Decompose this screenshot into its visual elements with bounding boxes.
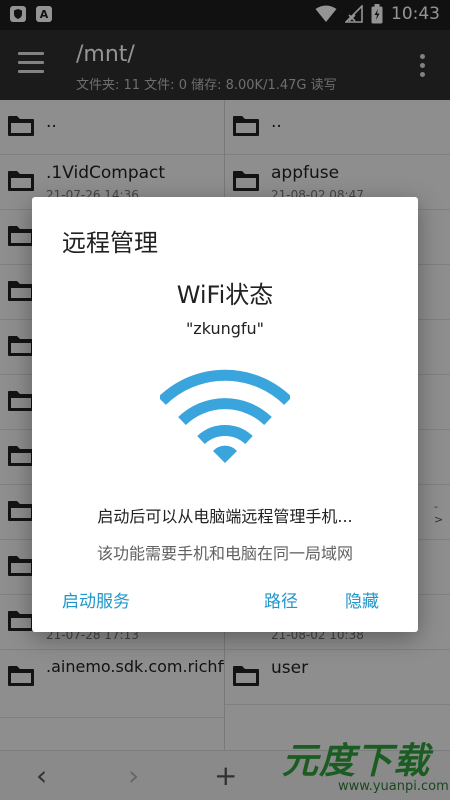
- wifi-status-heading: WiFi状态: [176, 281, 274, 309]
- dialog-description: 启动后可以从电脑端远程管理手机...: [97, 507, 353, 526]
- remote-manage-dialog: 远程管理 WiFi状态 "zkungfu" 启动后可以从电脑端远程管理手机...…: [32, 197, 418, 632]
- dialog-note: 该功能需要手机和电脑在同一局域网: [96, 544, 353, 563]
- start-service-button[interactable]: 启动服务: [62, 587, 130, 612]
- wifi-ssid: "zkungfu": [185, 319, 265, 338]
- dialog-title: 远程管理: [62, 229, 158, 257]
- hide-button[interactable]: 隐藏: [345, 587, 379, 612]
- wifi-signal-icon: [160, 369, 290, 463]
- path-button[interactable]: 路径: [264, 587, 298, 612]
